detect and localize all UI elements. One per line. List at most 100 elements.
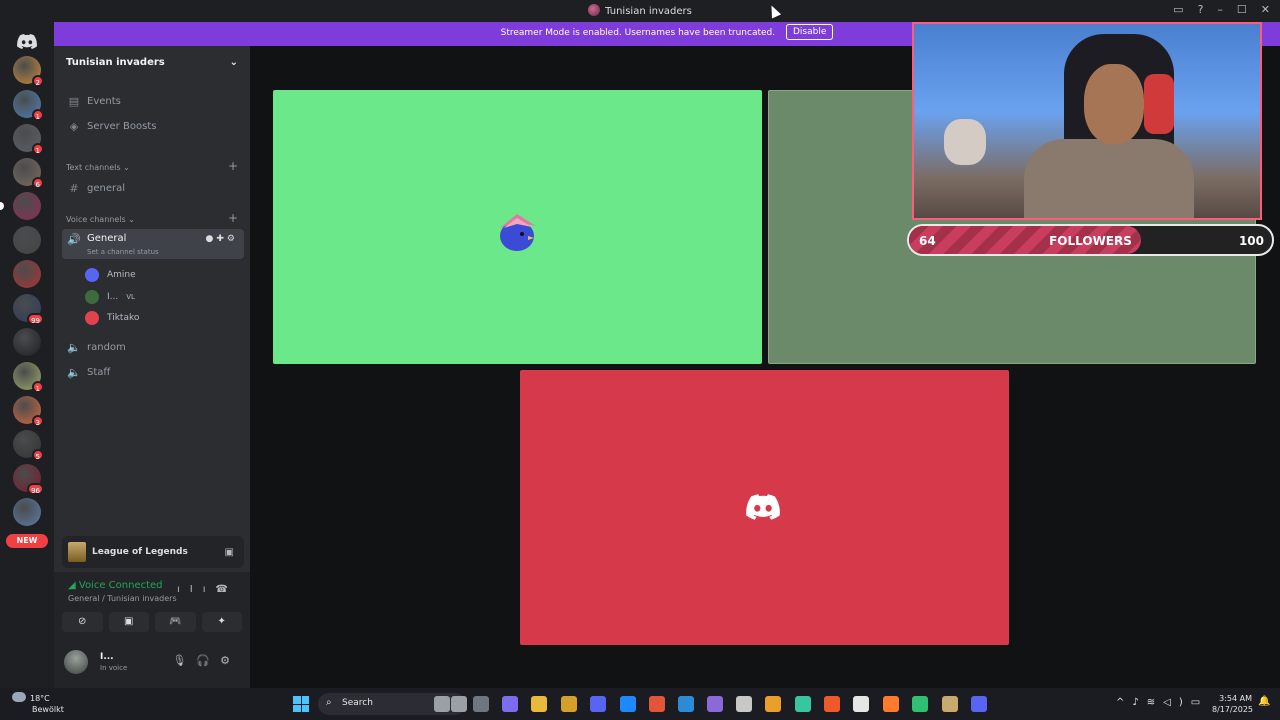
channel-general-text[interactable]: # general: [62, 177, 244, 199]
follower-label: FOLLOWERS: [1049, 234, 1132, 248]
weather-widget[interactable]: 18°C Bewölkt: [12, 692, 64, 715]
server-icon[interactable]: 96: [13, 464, 44, 495]
webcam-person-head: [1084, 64, 1144, 144]
voice-channel-random[interactable]: 🔈 random: [62, 336, 244, 358]
vscode-icon[interactable]: [678, 696, 694, 712]
app-icon[interactable]: [451, 696, 467, 712]
server-icon[interactable]: [13, 498, 41, 526]
voice-channel-label: Staff: [87, 366, 111, 378]
discord-home-icon[interactable]: [12, 26, 42, 56]
speaker-icon: 🔈: [67, 340, 81, 354]
voice-channels-category[interactable]: Voice channels ⌄: [66, 215, 135, 224]
app-icon[interactable]: [707, 696, 723, 712]
voice-channel-general[interactable]: 🔊 General Set a channel status ●✚⚙: [62, 229, 244, 259]
activities-button[interactable]: 🎮: [155, 612, 196, 632]
server-icon[interactable]: 3: [13, 396, 44, 427]
voice-user[interactable]: I... VL: [85, 288, 135, 306]
webcam-person-torso: [1024, 139, 1194, 218]
server-boosts-item[interactable]: ◈ Server Boosts: [62, 115, 244, 137]
inbox-icon[interactable]: ▭: [1173, 3, 1183, 16]
firefox-icon[interactable]: [883, 696, 899, 712]
server-rail: 2 1 1 6 99 1 3 5 96 NEW: [0, 22, 54, 688]
add-voice-channel-icon[interactable]: +: [228, 211, 238, 225]
mic-icon[interactable]: 🎙: [172, 654, 196, 667]
text-channels-category[interactable]: Text channels ⌄: [66, 163, 130, 172]
app-icon[interactable]: [765, 696, 781, 712]
server-icon[interactable]: 5: [13, 430, 44, 461]
avatar[interactable]: [64, 650, 88, 674]
server-icon[interactable]: 2: [13, 56, 44, 87]
mention-badge: 96: [27, 483, 44, 495]
gear-icon[interactable]: ⚙: [220, 654, 240, 667]
disconnect-icon[interactable]: ☎: [216, 584, 238, 595]
chevron-up-icon[interactable]: ^: [1116, 697, 1132, 708]
new-badge[interactable]: NEW: [6, 534, 48, 548]
file-explorer-icon[interactable]: [531, 696, 547, 712]
soundboard-button[interactable]: ✦: [201, 612, 242, 632]
server-icon[interactable]: [13, 226, 41, 254]
screen-share-button[interactable]: ▣: [108, 612, 149, 632]
chat-icon[interactable]: ●: [206, 234, 217, 244]
maximize-button[interactable]: ☐: [1237, 3, 1247, 16]
copilot-icon[interactable]: [502, 696, 518, 712]
app-icon[interactable]: [434, 696, 450, 712]
app-icon[interactable]: [649, 696, 665, 712]
server-header[interactable]: Tunisian invaders ⌄: [54, 46, 250, 80]
server-icon[interactable]: 99: [13, 294, 44, 325]
discord-active-icon[interactable]: [971, 696, 987, 712]
selected-indicator: [0, 202, 4, 210]
server-icon[interactable]: 1: [13, 362, 44, 393]
app-icon[interactable]: [736, 696, 752, 712]
add-text-channel-icon[interactable]: +: [228, 159, 238, 173]
events-item[interactable]: ▤ Events: [62, 90, 244, 112]
server-icon[interactable]: [13, 328, 41, 356]
voice-channel-staff[interactable]: 🔈 Staff: [62, 361, 244, 383]
camera-off-button[interactable]: ⊘: [62, 612, 103, 632]
user-name[interactable]: I...: [100, 652, 114, 662]
battery-icon[interactable]: ▭: [1191, 697, 1208, 708]
participant-tile[interactable]: [273, 90, 762, 364]
invite-icon[interactable]: ✚: [216, 234, 227, 244]
voice-category-label: Voice channels: [66, 215, 126, 224]
stream-icon[interactable]: ▣: [225, 547, 234, 558]
tradingview-icon[interactable]: [853, 696, 869, 712]
server-icon[interactable]: 1: [13, 90, 44, 121]
server-icon[interactable]: [0, 192, 41, 220]
voice-location[interactable]: General / Tunisian invaders: [68, 594, 177, 603]
voice-user[interactable]: Amine: [85, 266, 136, 284]
headphones-icon[interactable]: 🎧: [196, 654, 220, 667]
messenger-icon[interactable]: [620, 696, 636, 712]
windows-start-icon[interactable]: [293, 696, 309, 712]
game-activity[interactable]: League of Legends ▣: [62, 536, 244, 568]
wifi-icon[interactable]: ≋: [1147, 697, 1163, 708]
mention-badge: 2: [31, 75, 44, 87]
server-icon[interactable]: 1: [13, 124, 44, 155]
user-panel: I... In voice 🎙🎧⚙: [54, 636, 250, 688]
minimize-button[interactable]: –: [1217, 3, 1223, 16]
league-taskbar-icon[interactable]: [942, 696, 958, 712]
app-icon[interactable]: [912, 696, 928, 712]
notification-icon[interactable]: 🔔: [1258, 696, 1270, 707]
webcam-overlay: [912, 22, 1262, 220]
noise-suppression-icon[interactable]: ıIı: [177, 584, 216, 595]
app-icon[interactable]: [561, 696, 577, 712]
task-view-icon[interactable]: [473, 696, 489, 712]
voice-connected-label[interactable]: ◢ Voice Connected: [68, 580, 163, 591]
discord-taskbar-icon[interactable]: [590, 696, 606, 712]
voice-user[interactable]: Tiktako: [85, 309, 139, 327]
app-icon[interactable]: [795, 696, 811, 712]
disable-button[interactable]: Disable: [785, 24, 834, 40]
server-icon[interactable]: [13, 260, 41, 288]
user-controls: 🎙🎧⚙: [172, 654, 240, 667]
mic-icon[interactable]: ♪: [1132, 697, 1146, 708]
text-category-label: Text channels: [66, 163, 121, 172]
help-icon[interactable]: ?: [1198, 3, 1204, 16]
clock[interactable]: 3:54 AM 8/17/2025: [1212, 693, 1253, 715]
participant-tile[interactable]: [520, 370, 1009, 645]
server-icon[interactable]: 6: [13, 158, 44, 189]
settings-icon[interactable]: ⚙: [227, 234, 238, 244]
close-button[interactable]: ✕: [1261, 3, 1270, 16]
volume-icon[interactable]: ◁): [1163, 697, 1191, 708]
channel-status[interactable]: Set a channel status: [87, 248, 159, 256]
brave-icon[interactable]: [824, 696, 840, 712]
